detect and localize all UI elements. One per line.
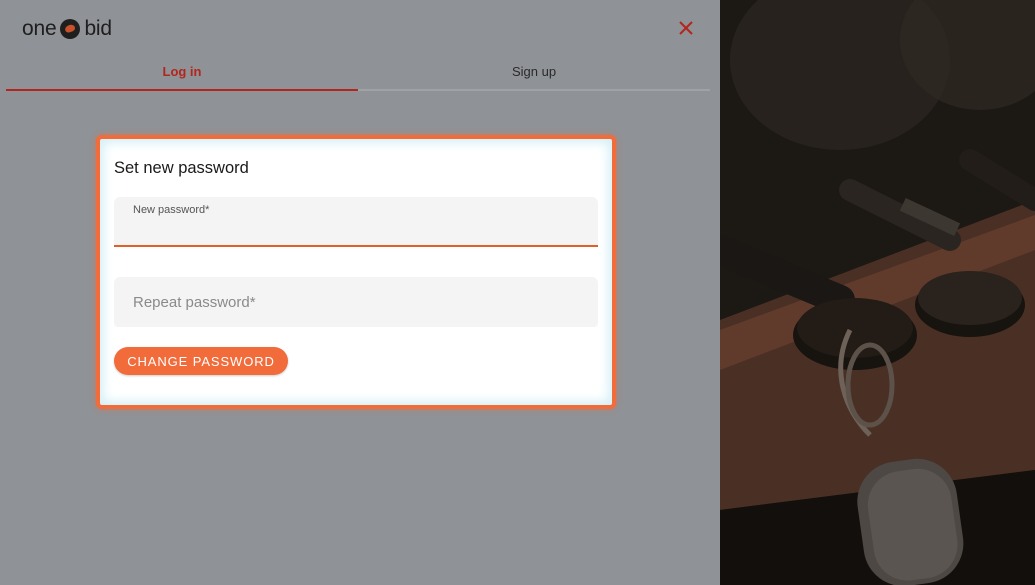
- keys-photo: [720, 0, 1035, 585]
- new-password-field[interactable]: New password*: [114, 197, 598, 247]
- close-icon: [679, 21, 693, 35]
- new-password-label: New password*: [133, 204, 210, 216]
- tab-signup[interactable]: Sign up: [358, 55, 710, 87]
- auction-hammer-icon: [60, 19, 81, 39]
- logo-text-right: bid: [84, 17, 112, 40]
- keys-photo-art: [720, 0, 1035, 585]
- tab-login-label: Log in: [162, 63, 202, 79]
- logo-text-left: one: [22, 17, 57, 40]
- active-tab-indicator: [6, 89, 358, 91]
- repeat-password-field[interactable]: Repeat password*: [114, 277, 598, 327]
- tab-login[interactable]: Log in: [6, 55, 358, 87]
- change-password-button[interactable]: CHANGE PASSWORD: [114, 347, 288, 375]
- card-title: Set new password: [114, 159, 249, 177]
- auth-panel: one bid Log in Sign up Set new password …: [0, 0, 720, 585]
- tab-signup-label: Sign up: [511, 63, 557, 79]
- onebid-logo[interactable]: one bid: [22, 16, 112, 42]
- close-button[interactable]: [674, 16, 698, 40]
- set-password-card: Set new password New password* Repeat pa…: [96, 135, 616, 409]
- auth-tabs: Log in Sign up: [6, 55, 710, 91]
- repeat-password-label: Repeat password*: [133, 294, 256, 311]
